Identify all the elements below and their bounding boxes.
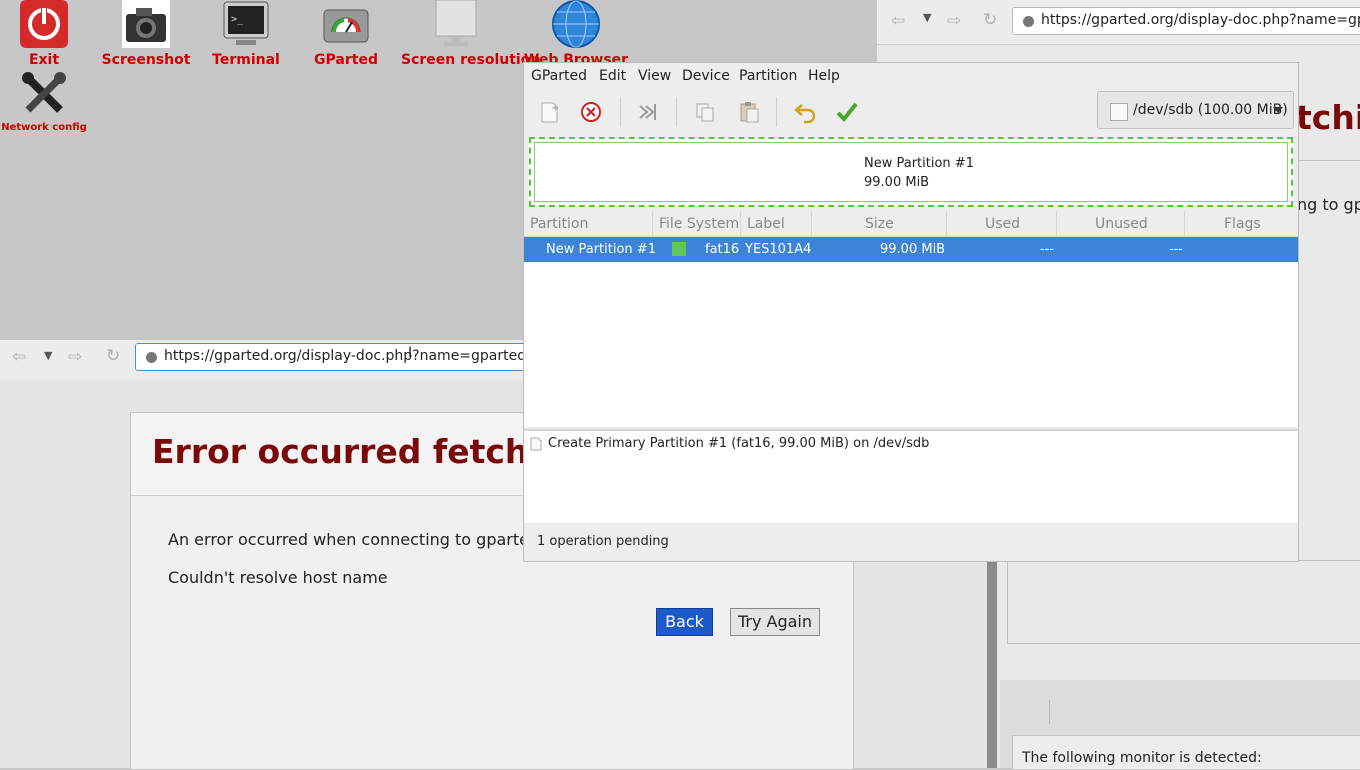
desktop-icon-exit[interactable]: Exit bbox=[0, 0, 99, 68]
partition-graph-name: New Partition #1 bbox=[864, 156, 974, 171]
forward-arrow-icon[interactable]: ⇨ bbox=[947, 11, 961, 31]
desktop-icon-label: Screen resolution bbox=[401, 52, 541, 68]
cell-size: 99.00 MiB bbox=[880, 242, 946, 257]
monitor-icon bbox=[432, 0, 480, 48]
gparted-window: GParted Edit View Device Partition Help … bbox=[523, 62, 1299, 562]
svg-text:+: + bbox=[551, 103, 559, 114]
column-size[interactable]: Size bbox=[865, 216, 894, 232]
menu-view[interactable]: View bbox=[638, 68, 671, 84]
column-partition[interactable]: Partition bbox=[530, 216, 588, 232]
right-browser-toolbar: ⇦ ▼ ⇨ ↻ https://gparted.org/display-doc.… bbox=[877, 0, 1360, 45]
copy-icon[interactable] bbox=[692, 99, 718, 125]
site-info-icon bbox=[146, 352, 157, 363]
try-again-button[interactable]: Try Again bbox=[730, 608, 820, 636]
desktop-icon-label: Screenshot bbox=[101, 52, 191, 68]
back-button[interactable]: Back bbox=[656, 608, 713, 636]
new-partition-icon[interactable]: + bbox=[536, 99, 562, 125]
left-url-bar[interactable]: https://gparted.org/display-doc.php?name… bbox=[135, 343, 535, 371]
right-content-box bbox=[1007, 560, 1360, 644]
pending-operations-list: Create Primary Partition #1 (fat16, 99.0… bbox=[524, 429, 1298, 523]
apply-checkmark-icon[interactable] bbox=[834, 99, 860, 125]
globe-icon bbox=[552, 0, 600, 48]
cell-file-system: fat16 bbox=[705, 242, 740, 257]
desktop-icon-web-browser[interactable]: Web Browser bbox=[521, 0, 631, 68]
back-arrow-icon[interactable]: ⇦ bbox=[891, 11, 905, 31]
terminal-icon: >_ bbox=[222, 0, 270, 48]
monitor-dialog: The following monitor is detected: bbox=[1012, 735, 1360, 769]
error-title: Error occurred fetching bbox=[152, 432, 587, 471]
filesystem-color-swatch bbox=[672, 242, 686, 256]
menu-gparted[interactable]: GParted bbox=[531, 68, 587, 84]
desktop-icon-label: GParted bbox=[314, 52, 378, 68]
right-error-title-fragment: tchi bbox=[1296, 98, 1360, 137]
delete-partition-icon[interactable] bbox=[578, 99, 604, 125]
disk-gauge-icon bbox=[322, 0, 370, 48]
window-border bbox=[987, 560, 997, 768]
back-arrow-icon[interactable]: ⇦ bbox=[12, 347, 26, 367]
column-unused[interactable]: Unused bbox=[1095, 216, 1148, 232]
menu-edit[interactable]: Edit bbox=[599, 68, 626, 84]
svg-text:>_: >_ bbox=[231, 14, 244, 25]
camera-icon bbox=[122, 0, 170, 48]
undo-icon[interactable] bbox=[792, 99, 818, 125]
menu-partition[interactable]: Partition bbox=[739, 68, 797, 84]
status-bar: 1 operation pending bbox=[524, 523, 1298, 561]
partition-graph-block: New Partition #1 99.00 MiB bbox=[534, 142, 1288, 202]
device-selector-label: /dev/sdb (100.00 MiB) bbox=[1133, 102, 1288, 118]
desktop-icon-terminal[interactable]: >_ Terminal bbox=[191, 0, 301, 68]
status-text: 1 operation pending bbox=[537, 534, 669, 549]
desktop-icon-label: Terminal bbox=[212, 52, 280, 68]
cell-used: --- bbox=[1040, 242, 1055, 257]
left-browser-toolbar: ⇦ ▼ ⇨ ↻ https://gparted.org/display-doc.… bbox=[0, 340, 535, 380]
error-message: An error occurred when connecting to gpa… bbox=[168, 530, 540, 549]
reload-icon[interactable]: ↻ bbox=[106, 346, 120, 366]
monitor-dialog-text: The following monitor is detected: bbox=[1022, 750, 1262, 766]
partition-graph[interactable]: New Partition #1 99.00 MiB bbox=[529, 137, 1293, 207]
operation-new-icon bbox=[530, 437, 542, 455]
error-detail: Couldn't resolve host name bbox=[168, 568, 388, 587]
desktop-icon-screenshot[interactable]: Screenshot bbox=[91, 0, 201, 68]
table-row[interactable]: New Partition #1 fat16 YES101A4 99.00 Mi… bbox=[524, 237, 1298, 262]
desktop-icon-gparted[interactable]: GParted bbox=[291, 0, 401, 68]
desktop-icon-screen-resolution[interactable]: Screen resolution bbox=[401, 0, 541, 68]
cell-unused: --- bbox=[1169, 242, 1184, 257]
reload-icon[interactable]: ↻ bbox=[983, 10, 997, 30]
resize-move-icon[interactable] bbox=[634, 99, 660, 125]
column-flags[interactable]: Flags bbox=[1224, 216, 1261, 232]
desktop-icon-label: Exit bbox=[28, 52, 60, 68]
divider bbox=[1296, 160, 1360, 161]
desktop-icon-network-config[interactable]: Network config bbox=[0, 70, 99, 133]
paste-icon[interactable] bbox=[736, 99, 762, 125]
desktop-icon-label: Network config bbox=[1, 122, 87, 133]
left-url-text: https://gparted.org/display-doc.php?name… bbox=[164, 348, 534, 364]
menu-help[interactable]: Help bbox=[808, 68, 840, 84]
chevron-down-icon bbox=[1273, 107, 1283, 113]
column-used[interactable]: Used bbox=[985, 216, 1020, 232]
history-dropdown-icon[interactable]: ▼ bbox=[923, 11, 931, 24]
power-icon bbox=[20, 0, 68, 48]
partition-graph-size: 99.00 MiB bbox=[864, 175, 930, 190]
operation-item[interactable]: Create Primary Partition #1 (fat16, 99.0… bbox=[548, 436, 929, 451]
menu-device[interactable]: Device bbox=[682, 68, 730, 84]
tools-icon bbox=[20, 70, 68, 118]
cell-partition: New Partition #1 bbox=[546, 242, 656, 257]
disk-icon bbox=[1110, 103, 1128, 121]
device-selector[interactable]: /dev/sdb (100.00 MiB) bbox=[1097, 91, 1294, 129]
history-dropdown-icon[interactable]: ▼ bbox=[44, 349, 52, 362]
text-cursor: I bbox=[408, 345, 413, 361]
cell-label: YES101A4 bbox=[745, 242, 812, 257]
tab-divider bbox=[1049, 700, 1050, 724]
partition-table-header: Partition File System Label Size Used Un… bbox=[524, 211, 1298, 237]
gparted-menubar: GParted Edit View Device Partition Help bbox=[524, 63, 1298, 89]
right-url-text: https://gparted.org/display-doc.php?name… bbox=[1041, 12, 1360, 28]
right-url-bar[interactable]: https://gparted.org/display-doc.php?name… bbox=[1012, 7, 1360, 35]
right-error-text-fragment: ng to gp bbox=[1297, 195, 1360, 214]
partition-table: New Partition #1 fat16 YES101A4 99.00 Mi… bbox=[524, 237, 1298, 427]
forward-arrow-icon[interactable]: ⇨ bbox=[68, 347, 82, 367]
column-file-system[interactable]: File System bbox=[659, 216, 739, 232]
site-info-icon bbox=[1023, 16, 1034, 27]
column-label[interactable]: Label bbox=[747, 216, 785, 232]
